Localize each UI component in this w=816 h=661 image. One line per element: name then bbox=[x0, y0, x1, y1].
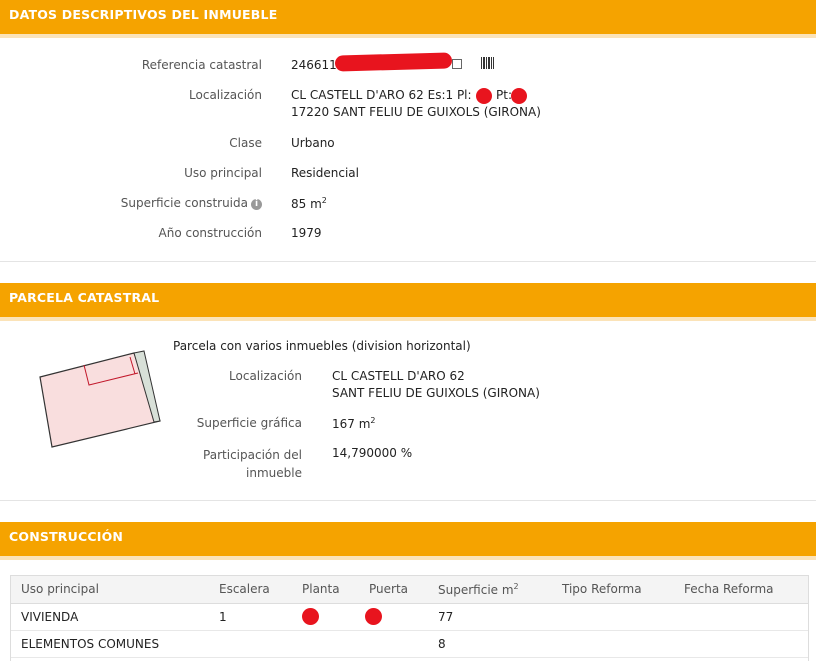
redaction-mark bbox=[476, 88, 492, 104]
table-row: ELEMENTOS COMUNES 8 bbox=[11, 630, 808, 658]
section-title-construccion: CONSTRUCCIÓN bbox=[9, 529, 124, 544]
col-fecha-reforma: Fecha Reforma bbox=[674, 576, 808, 604]
cell-planta bbox=[292, 630, 359, 658]
cell-tipo-reforma bbox=[552, 630, 674, 658]
col-puerta: Puerta bbox=[359, 576, 428, 604]
col-superficie-text: Superficie m bbox=[438, 582, 514, 597]
supg-label: Superficie gráfica bbox=[196, 416, 302, 430]
parcela-loc-label: Localización bbox=[229, 369, 302, 383]
col-superficie: Superficie m2 bbox=[428, 576, 552, 604]
parcela-panel: Parcela con varios inmuebles (division h… bbox=[0, 321, 816, 501]
part-value: 14,790000 % bbox=[332, 446, 413, 460]
section-header-datos: DATOS DESCRIPTIVOS DEL INMUEBLE bbox=[0, 0, 816, 38]
parcela-loc-line1: CL CASTELL D'ARO 62 bbox=[332, 369, 465, 383]
anio-value: 1979 bbox=[291, 226, 322, 240]
cell-puerta bbox=[359, 603, 428, 631]
info-icon[interactable]: i bbox=[251, 199, 262, 210]
uso-label: Uso principal bbox=[184, 166, 262, 180]
table-header-row: Uso principal Escalera Planta Puerta Sup… bbox=[11, 576, 808, 604]
clase-value: Urbano bbox=[291, 136, 335, 150]
datos-panel: Referencia catastral 246611 Localización… bbox=[0, 38, 816, 262]
loc-line1: CL CASTELL D'ARO 62 Es:1 Pl: bbox=[291, 88, 472, 102]
loc-line1-text: CL CASTELL D'ARO 62 Es:1 Pl: bbox=[291, 88, 472, 102]
cell-escalera bbox=[209, 630, 292, 658]
redaction-mark bbox=[511, 88, 527, 104]
cell-escalera: 1 bbox=[209, 603, 292, 631]
col-superficie-exp: 2 bbox=[513, 581, 519, 591]
loc-label: Localización bbox=[189, 88, 262, 102]
parcela-title: Parcela con varios inmuebles (division h… bbox=[173, 339, 471, 353]
sup-value: 85 m2 bbox=[291, 196, 327, 211]
cell-uso: VIVIENDA bbox=[11, 603, 209, 631]
col-planta: Planta bbox=[292, 576, 359, 604]
barcode-icon[interactable] bbox=[481, 57, 494, 69]
cell-uso: ELEMENTOS COMUNES bbox=[11, 630, 209, 658]
part-label: Participación del inmueble bbox=[160, 446, 302, 482]
col-escalera: Escalera bbox=[209, 576, 292, 604]
part-label-line2: inmueble bbox=[246, 466, 302, 480]
ref-label: Referencia catastral bbox=[141, 58, 262, 72]
sup-label-text: Superficie construida bbox=[120, 196, 248, 210]
section-header-parcela: PARCELA CATASTRAL bbox=[0, 283, 816, 321]
ref-value: 246611 bbox=[291, 58, 337, 72]
section-header-construccion: CONSTRUCCIÓN bbox=[0, 522, 816, 560]
copy-icon[interactable] bbox=[452, 59, 462, 69]
supg-exp: 2 bbox=[370, 416, 376, 425]
cell-superficie: 8 bbox=[428, 630, 552, 658]
parcela-loc-line2: SANT FELIU DE GUIXOLS (GIRONA) bbox=[332, 386, 540, 400]
cell-superficie: 77 bbox=[428, 603, 552, 631]
cell-puerta bbox=[359, 630, 428, 658]
construccion-table: Uso principal Escalera Planta Puerta Sup… bbox=[11, 576, 808, 658]
supg-value: 167 m2 bbox=[332, 416, 376, 431]
col-tipo-reforma: Tipo Reforma bbox=[552, 576, 674, 604]
table-row: VIVIENDA 1 77 bbox=[11, 603, 808, 631]
section-title-datos: DATOS DESCRIPTIVOS DEL INMUEBLE bbox=[9, 7, 278, 22]
part-label-line1: Participación del bbox=[203, 448, 302, 462]
supg-value-text: 167 m bbox=[332, 417, 371, 431]
anio-label: Año construcción bbox=[158, 226, 263, 240]
col-uso: Uso principal bbox=[11, 576, 209, 604]
section-title-parcela: PARCELA CATASTRAL bbox=[9, 290, 160, 305]
cell-planta bbox=[292, 603, 359, 631]
uso-value: Residencial bbox=[291, 166, 359, 180]
redaction-mark bbox=[334, 52, 453, 72]
sup-exp: 2 bbox=[321, 196, 327, 205]
cell-fecha-reforma bbox=[674, 630, 808, 658]
loc-line2: 17220 SANT FELIU DE GUIXOLS (GIRONA) bbox=[291, 105, 541, 119]
clase-label: Clase bbox=[229, 136, 262, 150]
cell-tipo-reforma bbox=[552, 603, 674, 631]
parcel-map-thumbnail[interactable] bbox=[36, 349, 164, 449]
sup-value-text: 85 m bbox=[291, 197, 322, 211]
redaction-mark bbox=[302, 608, 319, 625]
cell-fecha-reforma bbox=[674, 603, 808, 631]
loc-pt: Pt: bbox=[496, 88, 512, 102]
sup-label: Superficie construida i bbox=[60, 196, 262, 210]
redaction-mark bbox=[365, 608, 382, 625]
